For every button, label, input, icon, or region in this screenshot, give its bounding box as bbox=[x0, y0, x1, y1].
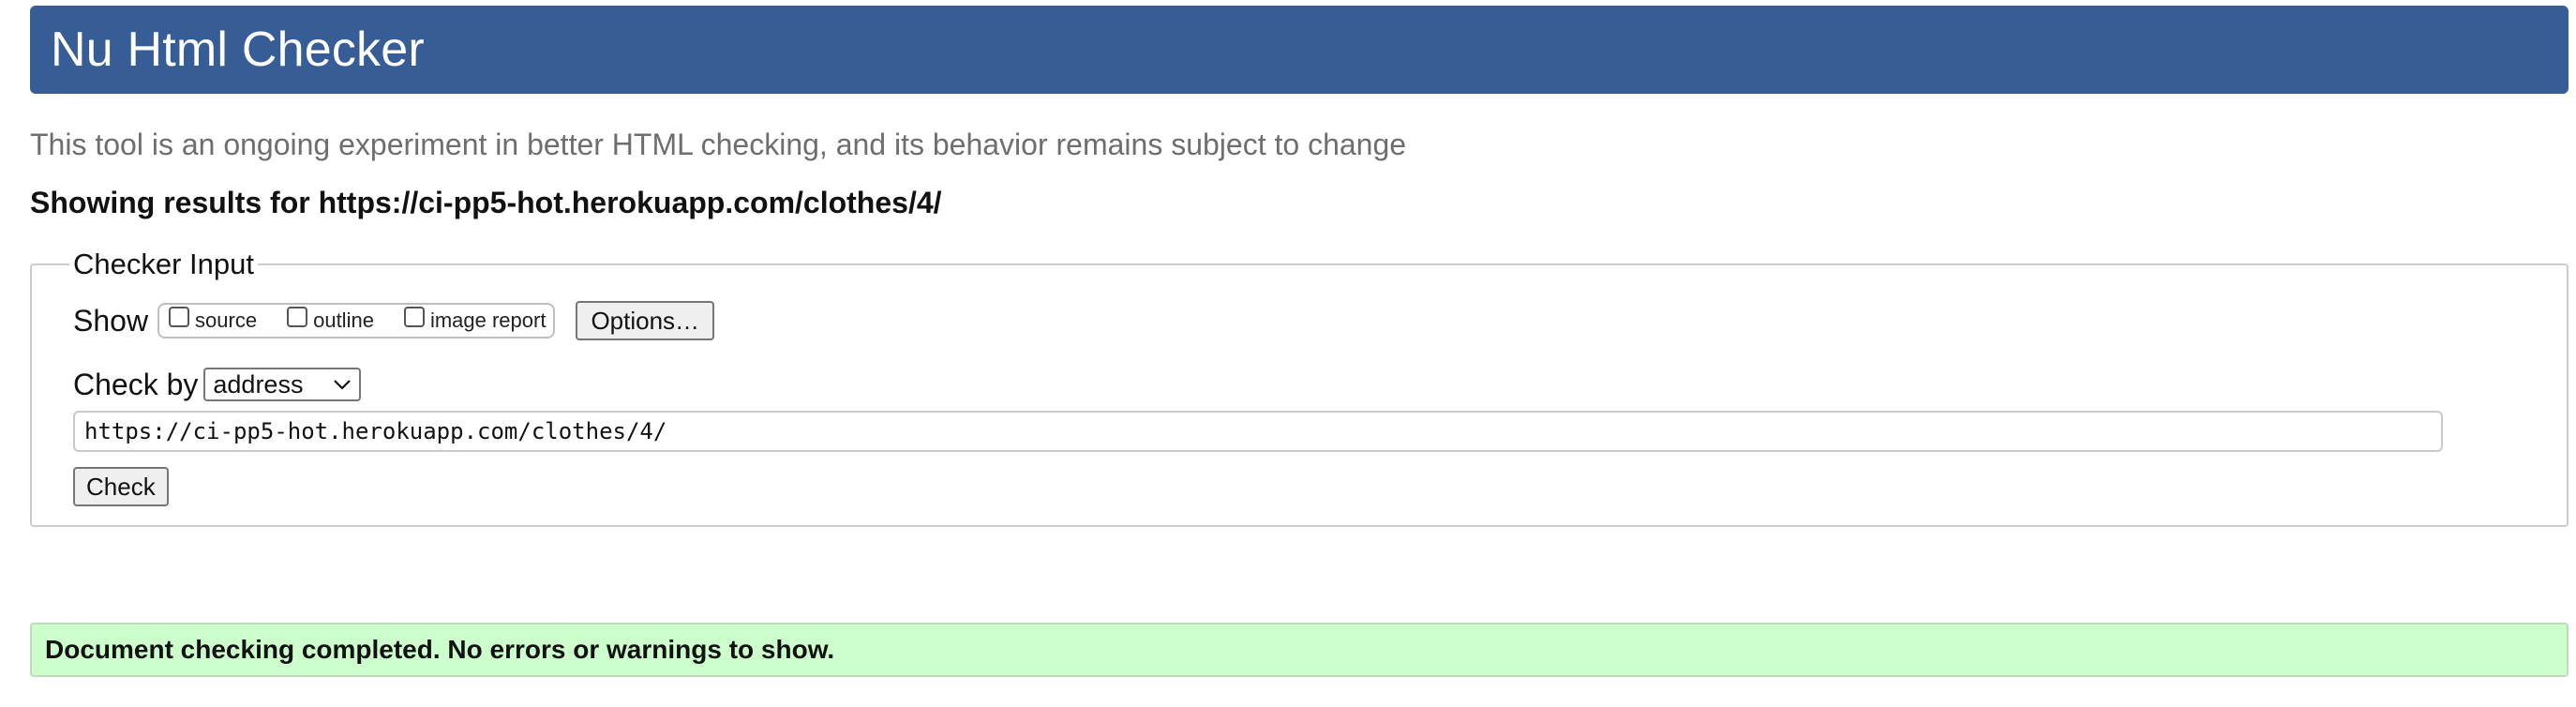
show-row: Show source outline image report Options… bbox=[73, 300, 2567, 341]
page-title: Nu Html Checker bbox=[51, 23, 425, 77]
success-status-message: Document checking completed. No errors o… bbox=[30, 623, 2569, 677]
outline-checkbox[interactable] bbox=[287, 307, 308, 327]
check-by-selected-value: address bbox=[213, 369, 304, 399]
show-image-report-option[interactable]: image report bbox=[403, 307, 547, 333]
url-input[interactable]: https://ci-pp5-hot.herokuapp.com/clothes… bbox=[73, 411, 2443, 452]
chevron-down-icon bbox=[333, 379, 352, 390]
show-options-group: source outline image report bbox=[157, 303, 556, 338]
outline-label: outline bbox=[313, 308, 374, 332]
header-bar: Nu Html Checker bbox=[30, 6, 2569, 94]
check-button[interactable]: Check bbox=[73, 467, 169, 506]
show-outline-option[interactable]: outline bbox=[287, 307, 374, 333]
options-button[interactable]: Options… bbox=[576, 301, 715, 340]
image-report-label: image report bbox=[429, 308, 547, 332]
show-label: Show bbox=[73, 303, 149, 338]
source-label: source bbox=[195, 308, 258, 332]
check-by-row: Check by address bbox=[73, 366, 2567, 403]
source-checkbox[interactable] bbox=[169, 307, 190, 327]
show-source-option[interactable]: source bbox=[169, 307, 258, 333]
results-heading: Showing results for https://ci-pp5-hot.h… bbox=[30, 186, 942, 219]
check-by-label: Check by bbox=[73, 367, 199, 401]
check-by-select[interactable]: address bbox=[203, 368, 362, 401]
page: Nu Html Checker This tool is an ongoing … bbox=[30, 6, 2569, 677]
image-report-checkbox[interactable] bbox=[403, 307, 425, 327]
tagline: This tool is an ongoing experiment in be… bbox=[30, 128, 1407, 161]
checker-input-fieldset: Checker Input Show source outline image … bbox=[30, 248, 2569, 527]
checker-input-legend: Checker Input bbox=[73, 248, 254, 280]
